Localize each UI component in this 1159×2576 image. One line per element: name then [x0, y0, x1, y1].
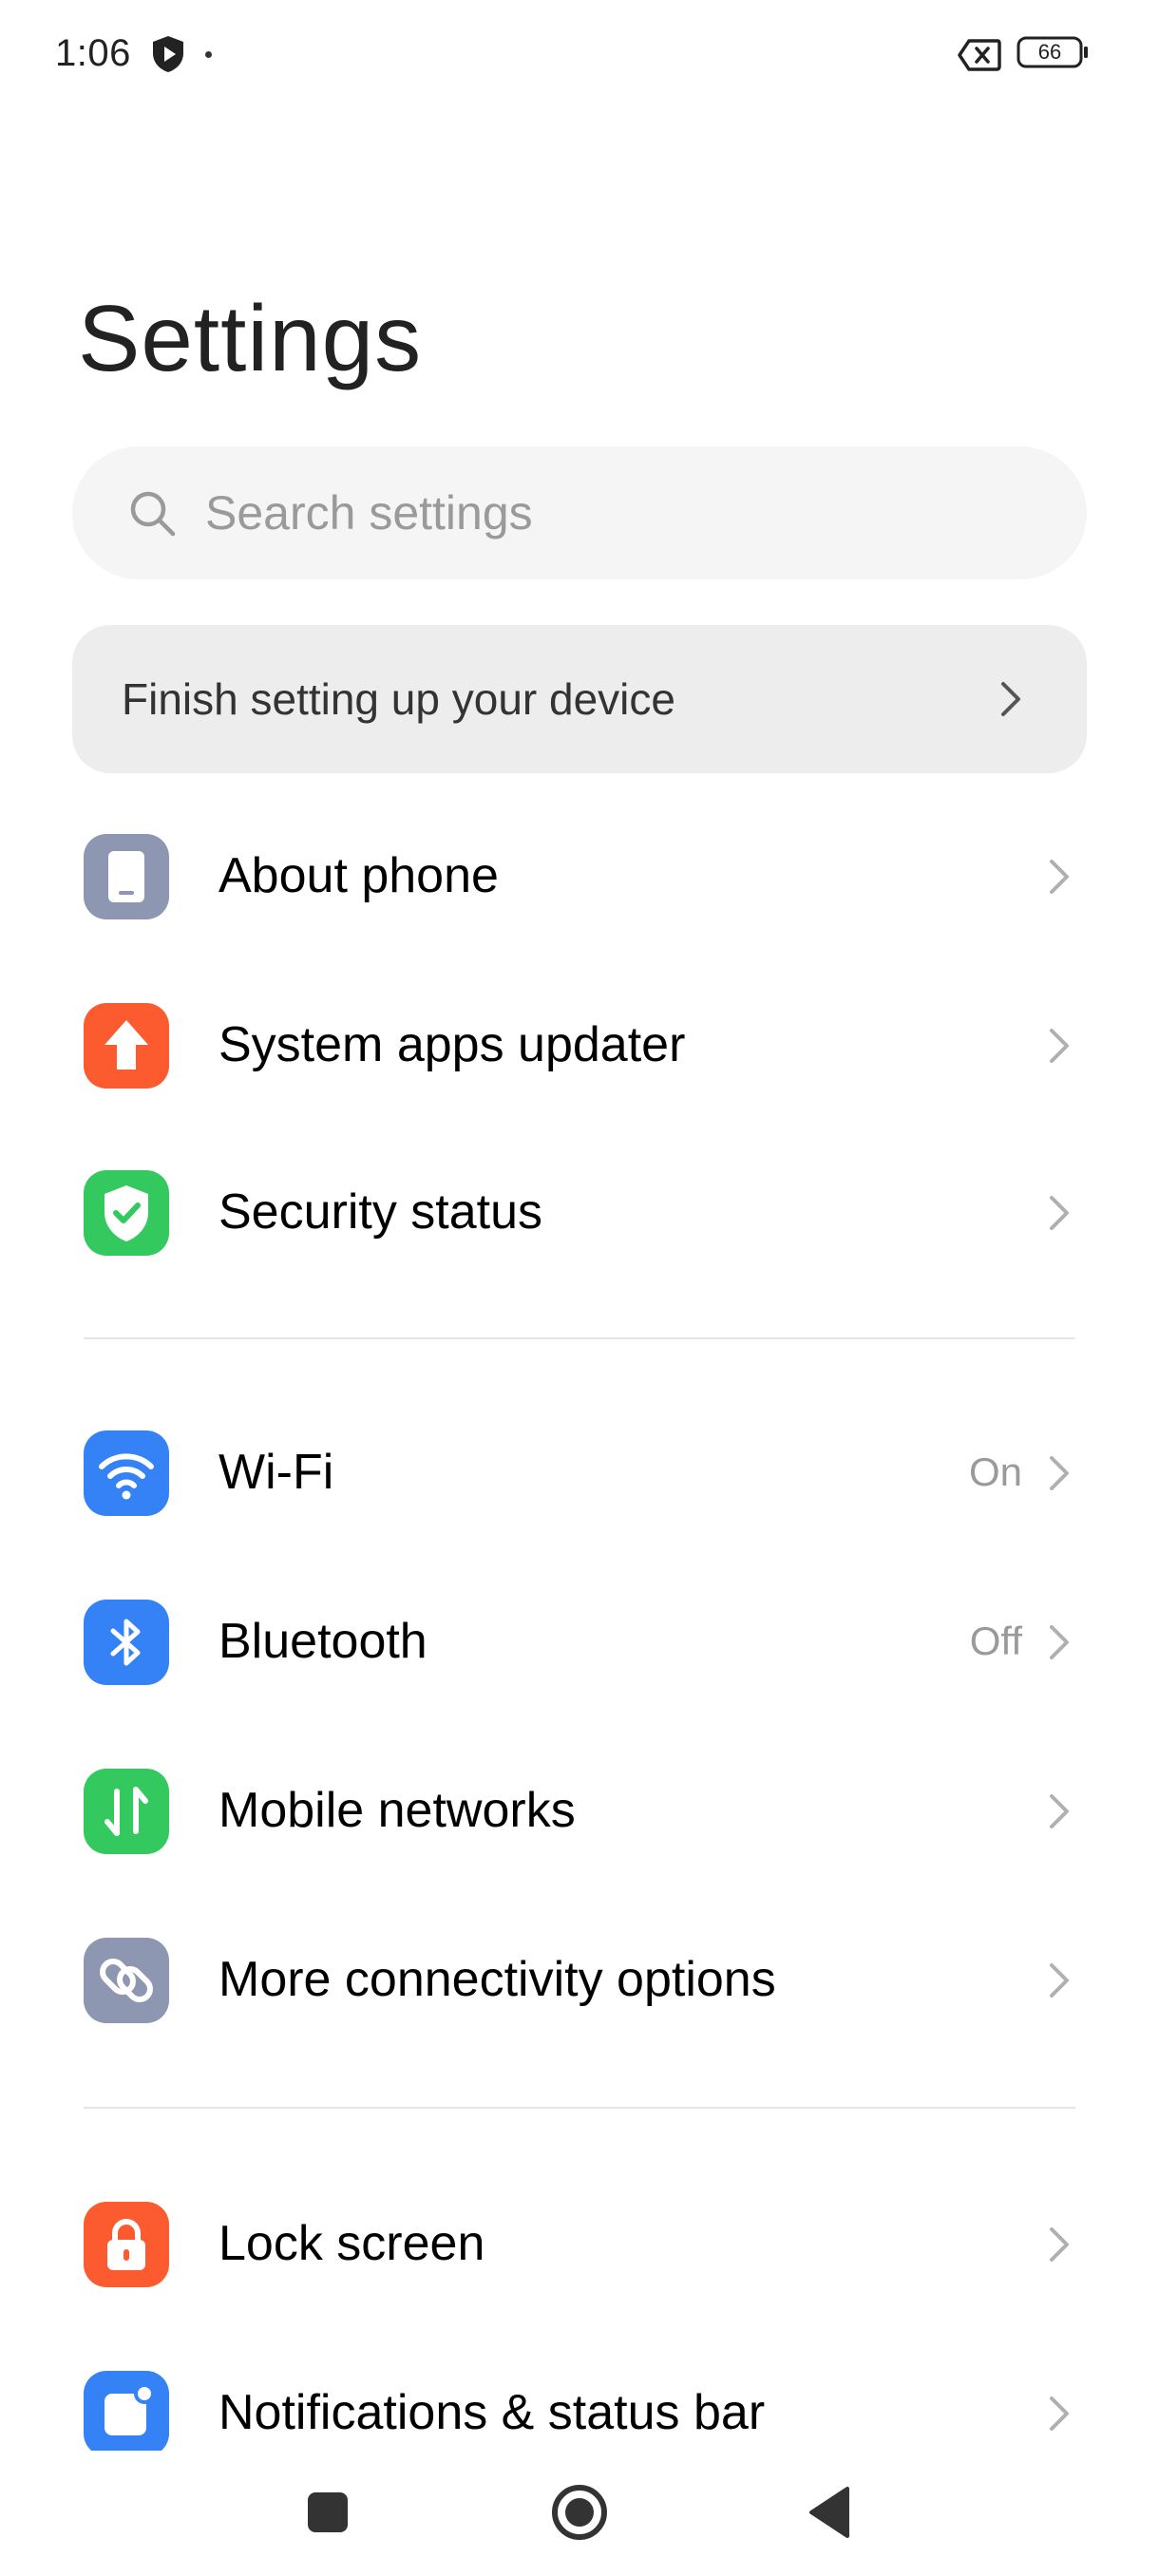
settings-item-label: More connectivity options — [218, 1952, 776, 2007]
search-icon — [130, 491, 176, 537]
wifi-status-value: On — [968, 1449, 1022, 1494]
settings-item-system-apps-updater[interactable]: System apps updater — [0, 969, 1159, 1121]
settings-item-more-connectivity[interactable]: More connectivity options — [0, 1904, 1159, 2055]
settings-item-lock-screen[interactable]: Lock screen — [0, 2168, 1159, 2320]
settings-item-label: System apps updater — [218, 1017, 686, 1072]
page-title: Settings — [78, 286, 423, 390]
settings-item-bluetooth[interactable]: Bluetooth Off — [0, 1565, 1159, 1717]
phone-icon — [84, 834, 169, 919]
chevron-right-icon — [1050, 1625, 1069, 1659]
search-placeholder: Search settings — [205, 486, 533, 540]
settings-item-wifi[interactable]: Wi-Fi On — [0, 1396, 1159, 1548]
chevron-right-icon — [1050, 860, 1069, 894]
shield-check-icon — [84, 1170, 169, 1256]
wifi-icon — [84, 1430, 169, 1516]
finish-setup-label: Finish setting up your device — [122, 674, 675, 724]
chevron-right-icon — [1001, 682, 1020, 716]
chevron-right-icon — [1050, 1794, 1069, 1828]
navigation-bar — [0, 2451, 1159, 2576]
settings-item-label: Mobile networks — [218, 1783, 576, 1838]
settings-item-label: Lock screen — [218, 2216, 485, 2271]
link-icon — [84, 1938, 169, 2023]
lock-icon — [84, 2202, 169, 2287]
settings-item-mobile-networks[interactable]: Mobile networks — [0, 1734, 1159, 1886]
status-bar: 1:06 66 — [0, 0, 1159, 114]
mobile-data-icon — [84, 1769, 169, 1854]
recents-button[interactable] — [285, 2470, 370, 2555]
battery-level: 66 — [1037, 40, 1062, 64]
shield-play-icon — [153, 36, 183, 72]
chevron-right-icon — [1050, 1456, 1069, 1490]
settings-item-about-phone[interactable]: About phone — [0, 800, 1159, 952]
chevron-right-icon — [1050, 1963, 1069, 1998]
chevron-right-icon — [1050, 1196, 1069, 1230]
bluetooth-status-value: Off — [969, 1619, 1022, 1663]
section-divider — [84, 1337, 1075, 1339]
settings-item-security-status[interactable]: Security status — [0, 1136, 1159, 1288]
search-input[interactable]: Search settings — [72, 446, 1087, 579]
section-divider — [84, 2107, 1075, 2109]
back-button[interactable] — [788, 2470, 874, 2555]
bluetooth-icon — [84, 1600, 169, 1685]
no-sim-icon — [958, 39, 1001, 71]
finish-setup-banner[interactable]: Finish setting up your device — [72, 625, 1087, 773]
settings-item-label: Security status — [218, 1184, 543, 1240]
chevron-right-icon — [1050, 1029, 1069, 1063]
notification-icon — [84, 2371, 169, 2456]
settings-item-label: Wi-Fi — [218, 1445, 334, 1500]
chevron-right-icon — [1050, 2227, 1069, 2262]
home-button[interactable] — [537, 2470, 622, 2555]
notification-dot-icon — [205, 51, 212, 58]
status-time: 1:06 — [55, 32, 131, 74]
settings-item-label: About phone — [218, 848, 499, 903]
arrow-up-icon — [84, 1003, 169, 1089]
chevron-right-icon — [1050, 2396, 1069, 2431]
settings-item-label: Bluetooth — [218, 1614, 428, 1669]
